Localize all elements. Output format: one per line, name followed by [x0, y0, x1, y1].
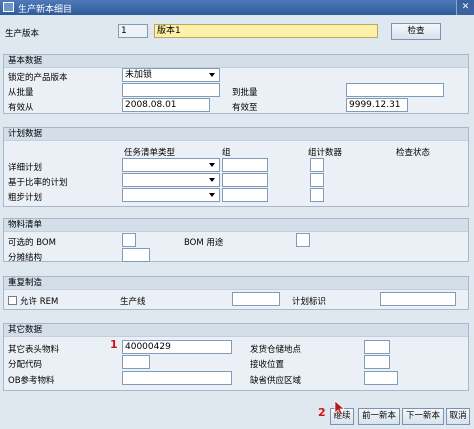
cursor-arrow-icon — [334, 400, 345, 416]
plan-row-label: 基于比率的计划 — [8, 178, 68, 188]
plan-row-counter-field[interactable] — [310, 188, 324, 202]
col-group-counter: 组计数器 — [308, 148, 343, 158]
lock-select-value: 未加锁 — [125, 70, 153, 80]
plan-row-counter-field[interactable] — [310, 158, 324, 172]
chevron-down-icon[interactable] — [207, 190, 218, 200]
to-lot-field[interactable] — [346, 83, 444, 97]
prod-line-label: 生产线 — [120, 297, 146, 307]
alt-bom-field[interactable] — [122, 233, 136, 247]
other-header-material-label: 其它表头物料 — [8, 345, 60, 355]
col-check-status: 检查状态 — [396, 148, 431, 158]
check-button[interactable]: 检查 — [391, 23, 441, 40]
window-titlebar: 生产新本细目 ✕ — [0, 0, 474, 15]
bom-usage-field[interactable] — [296, 233, 310, 247]
plan-row-group-field[interactable] — [222, 158, 268, 172]
window-icon — [3, 2, 14, 12]
valid-from-label: 有效从 — [8, 103, 34, 113]
apportion-label: 分摊结构 — [8, 253, 43, 263]
valid-from-field[interactable]: 2008.08.01 — [122, 98, 210, 112]
next-version-button[interactable]: 下一新本 — [402, 408, 444, 425]
cancel-button[interactable]: 取消 — [446, 408, 470, 425]
lock-label: 锁定的产品版本 — [8, 73, 68, 83]
plan-row-task-type-select[interactable] — [122, 188, 220, 202]
from-lot-field[interactable] — [122, 83, 220, 97]
issue-storage-field[interactable] — [364, 340, 390, 354]
window-title: 生产新本细目 — [18, 5, 73, 15]
col-group: 组 — [222, 148, 231, 158]
ob-ref-material-field[interactable] — [122, 371, 232, 385]
close-icon[interactable]: ✕ — [456, 0, 474, 15]
to-lot-label: 到批量 — [232, 88, 258, 98]
plan-row-counter-field[interactable] — [310, 173, 324, 187]
ob-ref-material-label: OB参考物料 — [8, 376, 55, 386]
other-data-group: 其它数据 — [3, 323, 469, 391]
valid-to-field[interactable]: 9999.12.31 — [346, 98, 408, 112]
default-supply-field[interactable] — [364, 371, 398, 385]
valid-to-label: 有效至 — [232, 103, 258, 113]
bom-group: 物料清单 — [3, 218, 469, 262]
issue-storage-label: 发货仓储地点 — [250, 345, 302, 355]
plan-row-task-type-select[interactable] — [122, 158, 220, 172]
plan-row-label: 详细计划 — [8, 163, 43, 173]
from-lot-label: 从批量 — [8, 88, 34, 98]
receive-storage-field[interactable] — [364, 355, 390, 369]
prev-version-button[interactable]: 前一新本 — [358, 408, 400, 425]
annotation-marker-1: 1 — [110, 338, 118, 351]
planning-data-title: 计划数据 — [4, 128, 468, 141]
repetitive-title: 重复制造 — [4, 277, 468, 290]
lock-select[interactable]: 未加锁 — [122, 68, 220, 82]
plan-row-task-type-select[interactable] — [122, 173, 220, 187]
plan-row-group-field[interactable] — [222, 173, 268, 187]
receive-storage-label: 接收位置 — [250, 360, 285, 370]
chevron-down-icon[interactable] — [207, 175, 218, 185]
version-label: 生产版本 — [5, 29, 40, 39]
chevron-down-icon[interactable] — [207, 70, 218, 80]
prod-line-field[interactable] — [232, 292, 280, 306]
annotation-marker-2: 2 — [318, 406, 326, 419]
bom-title: 物料清单 — [4, 219, 468, 232]
col-task-type: 任务清单类型 — [124, 148, 176, 158]
allow-rem-checkbox[interactable] — [8, 296, 17, 305]
other-data-title: 其它数据 — [4, 324, 468, 337]
plan-row-group-field[interactable] — [222, 188, 268, 202]
default-supply-label: 缺省供应区域 — [250, 376, 302, 386]
dist-key-field[interactable] — [122, 355, 150, 369]
version-text-field[interactable]: 版本1 — [154, 24, 378, 38]
dist-key-label: 分配代码 — [8, 360, 43, 370]
bom-usage-label: BOM 用途 — [184, 238, 224, 248]
version-number-field[interactable]: 1 — [118, 24, 148, 38]
plan-row-label: 粗步计划 — [8, 193, 43, 203]
basic-data-title: 基本数据 — [4, 55, 468, 68]
allow-rem-label: 允许 REM — [20, 297, 59, 307]
plan-id-label: 计划标识 — [292, 297, 327, 307]
other-header-material-field[interactable]: 40000429 — [122, 340, 232, 354]
plan-id-field[interactable] — [380, 292, 456, 306]
apportion-field[interactable] — [122, 248, 150, 262]
chevron-down-icon[interactable] — [207, 160, 218, 170]
alt-bom-label: 可选的 BOM — [8, 238, 56, 248]
